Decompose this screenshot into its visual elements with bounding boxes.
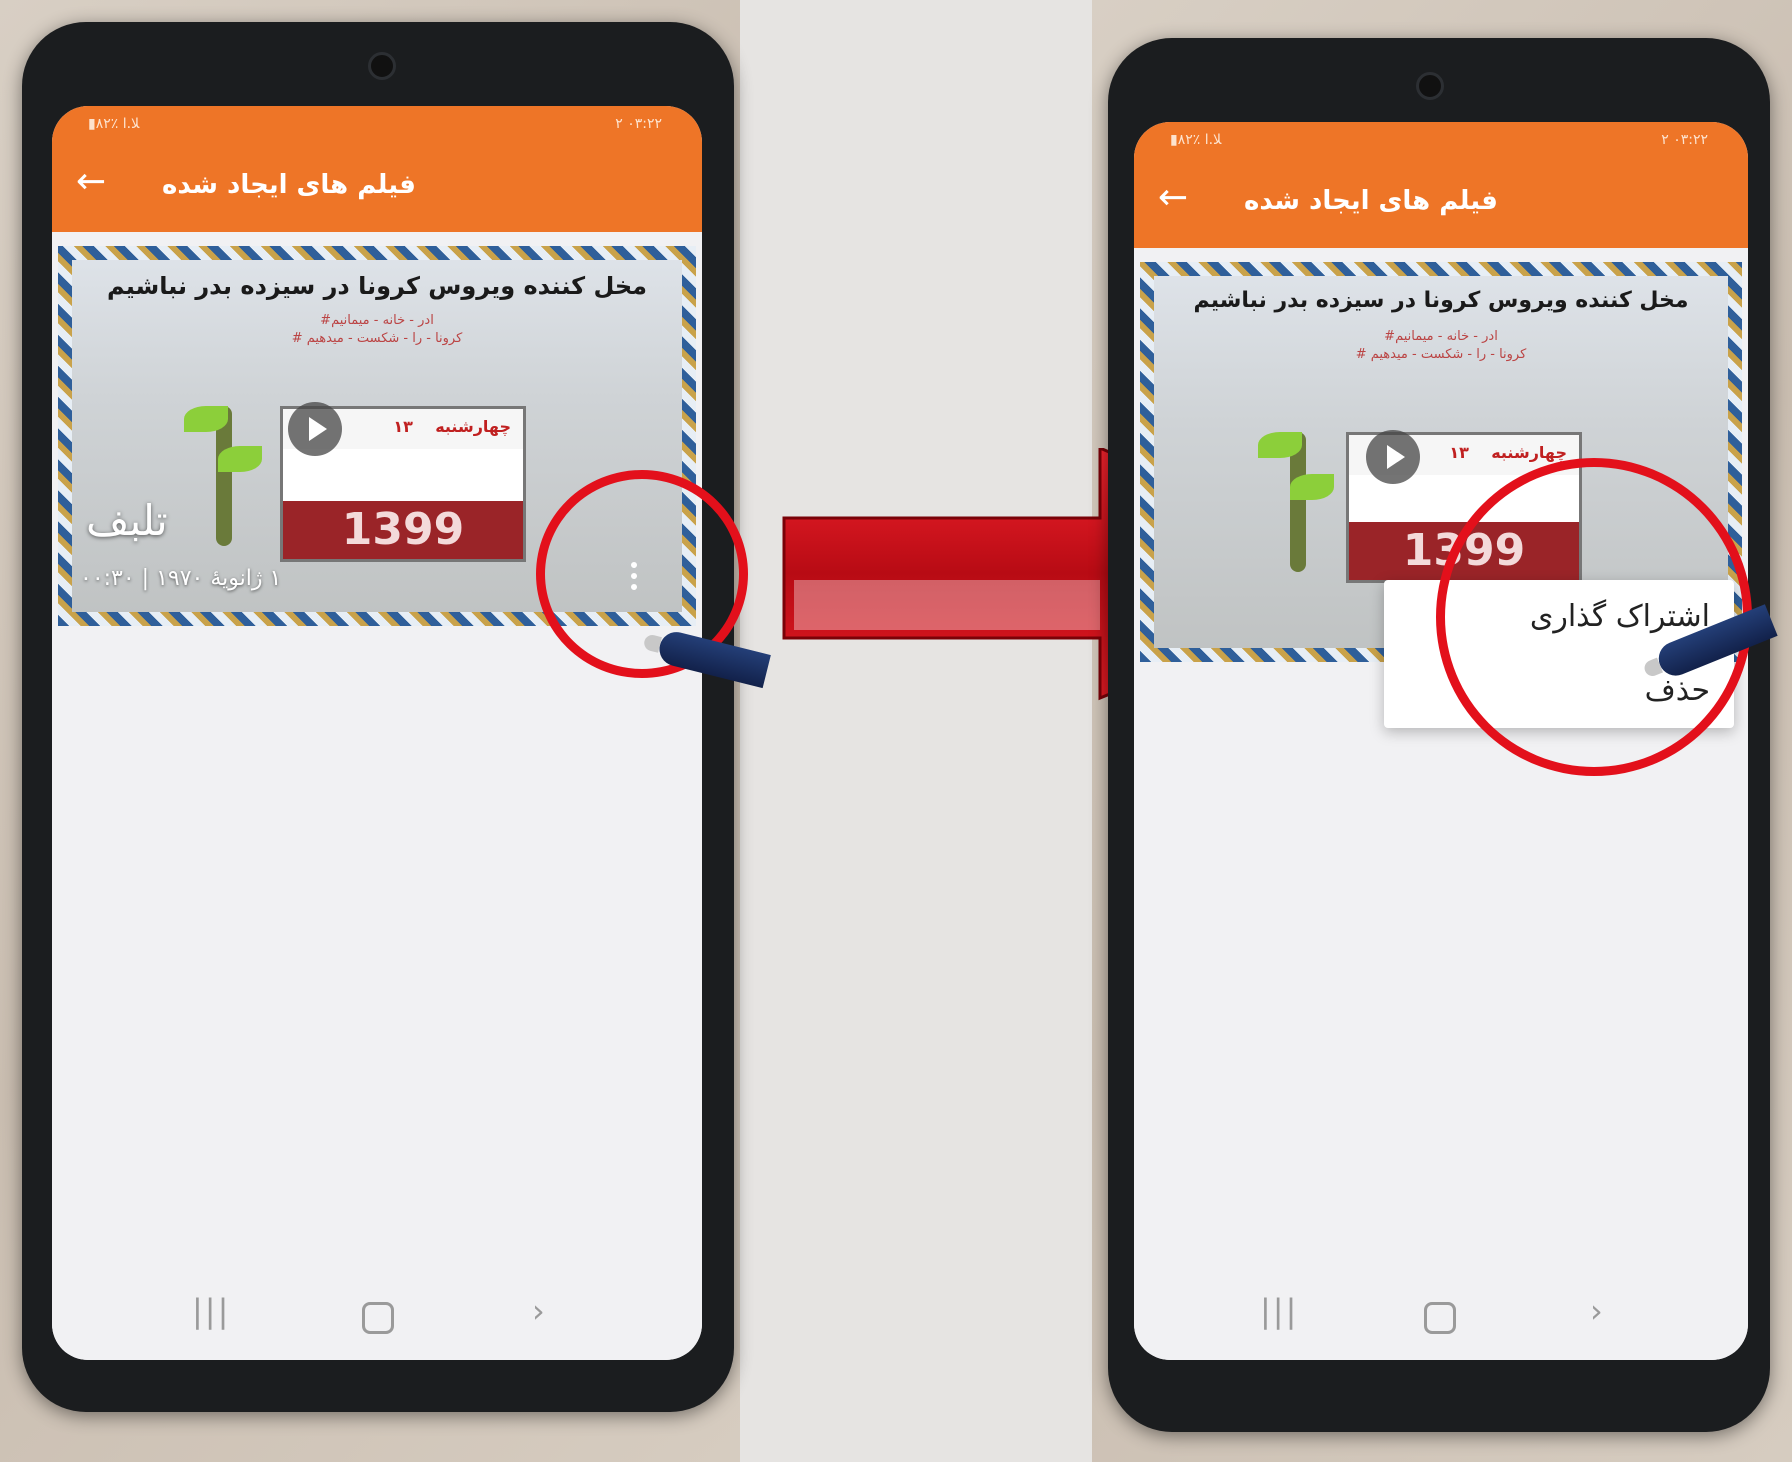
app-bar: ← فیلم های ایجاد شده bbox=[1134, 156, 1748, 248]
status-time: ۲ ۰۳:۲۲ bbox=[1661, 132, 1708, 148]
hashtag-line-2: # ﮐﺮﻭﻧﺎ - ﺭﺍ - ﺷﮑﺴﺖ - ﻣﯿﺪﻫﯿﻢ bbox=[1355, 347, 1527, 362]
home-icon[interactable] bbox=[362, 1302, 394, 1334]
left-phone: ▮۸۲٪ ﻼ.ﺍ ۲ ۰۳:۲۲ ← فیلم های ایجاد شده ﻣﺨ… bbox=[22, 22, 734, 1412]
plant-leaf bbox=[218, 446, 262, 472]
video-headline: ﻣﺨﻞ ﮐﻨﻨﺪﻩ ﻭﯾﺮﻭﺱ ﮐﺮﻭﻧﺎ ﺩﺭ ﺳﯿﺰﺩﻩ ﺑﺪﺭ ﻧﺒﺎﺷﯿ… bbox=[1193, 288, 1689, 313]
page-title: فیلم های ایجاد شده bbox=[1244, 186, 1498, 216]
video-hashtags: #ﺍﺩﺭ - ﺧﺎﻧﻪ - ﻣﯿﻤﺎﻧﯿﻢ # ﮐﺮﻭﻧﺎ - ﺭﺍ - ﺷﮑﺴ… bbox=[58, 312, 696, 348]
recent-apps-icon[interactable]: ||| bbox=[192, 1292, 230, 1330]
front-camera bbox=[368, 52, 396, 80]
video-headline: ﻣﺨﻞ ﮐﻨﻨﺪﻩ ﻭﯾﺮﻭﺱ ﮐﺮﻭﻧﺎ ﺩﺭ ﺳﯿﺰﺩﻩ ﺑﺪﺭ ﻧﺒﺎﺷﯿ… bbox=[106, 272, 648, 300]
video-label: تلبف bbox=[86, 496, 168, 545]
status-bar: ▮۸۲٪ ﻼ.ﺍ ۲ ۰۳:۲۲ bbox=[52, 106, 702, 140]
page-title: فیلم های ایجاد شده bbox=[162, 170, 416, 200]
calendar-weekday: ﭼﻬﺎﺭﺷﻨﺒﻪ bbox=[1491, 443, 1567, 462]
recent-apps-icon[interactable]: ||| bbox=[1260, 1292, 1298, 1330]
plant-leaf bbox=[184, 406, 228, 432]
left-screen: ▮۸۲٪ ﻼ.ﺍ ۲ ۰۳:۲۲ ← فیلم های ایجاد شده ﻣﺨ… bbox=[52, 106, 702, 1360]
back-arrow-icon[interactable]: ← bbox=[1158, 178, 1188, 218]
highlight-circle-menu bbox=[1436, 458, 1752, 776]
hashtag-line-1: #ﺍﺩﺭ - ﺧﺎﻧﻪ - ﻣﯿﻤﺎﻧﯿﻢ bbox=[320, 313, 434, 328]
home-icon[interactable] bbox=[1424, 1302, 1456, 1334]
system-nav-bar: ||| › bbox=[52, 1272, 702, 1360]
app-bar: ← فیلم های ایجاد شده bbox=[52, 140, 702, 232]
plant-leaf bbox=[1258, 432, 1302, 458]
calendar-day-number: ۱۳ bbox=[393, 417, 413, 436]
status-time: ۲ ۰۳:۲۲ bbox=[615, 116, 662, 132]
nav-back-icon[interactable]: › bbox=[1590, 1292, 1603, 1330]
nav-back-icon[interactable]: › bbox=[532, 1292, 545, 1330]
system-nav-bar: ||| › bbox=[1134, 1272, 1748, 1360]
calendar-day-number: ۱۳ bbox=[1449, 443, 1469, 462]
status-battery: ▮۸۲٪ ﻼ.ﺍ bbox=[88, 116, 140, 132]
play-icon[interactable] bbox=[1366, 430, 1420, 484]
video-date-duration: ١ ژانویهٔ ۱۹۷۰ | ۰۰:۳۰ bbox=[80, 566, 282, 591]
front-camera bbox=[1416, 72, 1444, 100]
play-icon[interactable] bbox=[288, 402, 342, 456]
back-arrow-icon[interactable]: ← bbox=[76, 162, 106, 202]
hashtag-line-1: #ﺍﺩﺭ - ﺧﺎﻧﻪ - ﻣﯿﻤﺎﻧﯿﻢ bbox=[1384, 329, 1498, 344]
calendar-weekday: ﭼﻬﺎﺭﺷﻨﺒﻪ bbox=[435, 417, 511, 436]
plant-leaf bbox=[1290, 474, 1334, 500]
calendar-year: 1399 bbox=[283, 501, 523, 559]
status-battery: ▮۸۲٪ ﻼ.ﺍ bbox=[1170, 132, 1222, 148]
hashtag-line-2: # ﮐﺮﻭﻧﺎ - ﺭﺍ - ﺷﮑﺴﺖ - ﻣﯿﺪﻫﯿﻢ bbox=[291, 331, 463, 346]
status-bar: ▮۸۲٪ ﻼ.ﺍ ۲ ۰۳:۲۲ bbox=[1134, 122, 1748, 156]
video-hashtags: #ﺍﺩﺭ - ﺧﺎﻧﻪ - ﻣﯿﻤﺎﻧﯿﻢ # ﮐﺮﻭﻧﺎ - ﺭﺍ - ﺷﮑﺴ… bbox=[1140, 328, 1742, 364]
